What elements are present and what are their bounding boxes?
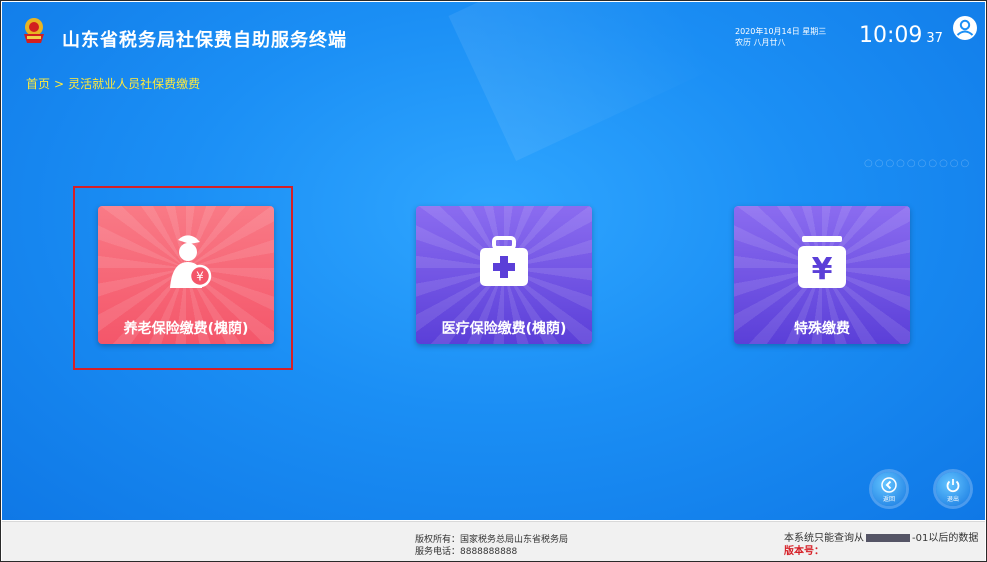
user-icon[interactable] xyxy=(952,15,978,41)
breadcrumb-current: 灵活就业人员社保费缴费 xyxy=(68,77,201,91)
tile-medical-payment[interactable]: 医疗保险缴费(槐荫) xyxy=(416,206,592,344)
tile-label: 养老保险缴费(槐荫) xyxy=(123,321,249,337)
version-label: 版本号： xyxy=(784,546,824,557)
footer-notice: 本系统只能查询从 -01以后的数据 版本号： xyxy=(784,532,978,558)
decorative-dots: ○○○○○○○○○○ xyxy=(864,158,972,169)
service-phone: 服务电话：8888888888 xyxy=(415,547,518,557)
elder-person-yuan-icon: ¥ xyxy=(170,235,212,288)
date-display: 2020年10月14日 星期三 农历 八月廿八 xyxy=(735,26,826,48)
back-button[interactable]: 返回 xyxy=(872,472,906,506)
window: 山东省税务局社保费自助服务终端 2020年10月14日 星期三 农历 八月廿八 … xyxy=(0,0,987,562)
tile-label: 医疗保险缴费(槐荫) xyxy=(441,321,567,337)
svg-text:¥: ¥ xyxy=(196,270,204,284)
tile-special-payment[interactable]: ¥ 特殊缴费 xyxy=(734,206,910,344)
chevron-left-icon xyxy=(881,477,897,493)
tax-emblem-icon xyxy=(24,18,44,43)
breadcrumb-separator: > xyxy=(54,77,65,91)
clock-hours-minutes: 10:09 xyxy=(859,23,923,48)
power-icon xyxy=(946,479,960,493)
svg-text:¥: ¥ xyxy=(812,252,833,287)
notice-prefix: 本系统只能查询从 xyxy=(784,533,864,544)
breadcrumb: 首页 > 灵活就业人员社保费缴费 xyxy=(26,75,204,92)
query-notice: 本系统只能查询从 -01以后的数据 xyxy=(784,532,978,545)
yuan-box-icon: ¥ xyxy=(798,236,846,288)
footer: 版权所有：国家税务总局山东省税务局 服务电话：8888888888 本系统只能查… xyxy=(2,521,985,561)
tile-pension-payment[interactable]: ¥ 养老保险缴费(槐荫) xyxy=(98,206,274,344)
date-line: 2020年10月14日 星期三 xyxy=(735,27,827,36)
clock: 10:09 37 xyxy=(859,23,943,48)
exit-button[interactable]: 退出 xyxy=(936,472,970,506)
main-screen: 山东省税务局社保费自助服务终端 2020年10月14日 星期三 农历 八月廿八 … xyxy=(2,2,985,520)
medical-kit-icon xyxy=(480,236,528,286)
exit-label: 退出 xyxy=(946,496,959,503)
back-label: 返回 xyxy=(882,496,895,503)
redacted-date xyxy=(866,534,910,542)
lunar-date: 农历 八月廿八 xyxy=(735,38,786,47)
app-title: 山东省税务局社保费自助服务终端 xyxy=(62,30,347,51)
header: 山东省税务局社保费自助服务终端 2020年10月14日 星期三 农历 八月廿八 … xyxy=(2,2,985,72)
footer-info: 版权所有：国家税务总局山东省税务局 服务电话：8888888888 xyxy=(415,534,568,558)
copyright-text: 版权所有：国家税务总局山东省税务局 xyxy=(415,535,569,545)
tile-label: 特殊缴费 xyxy=(794,321,850,337)
notice-suffix: -01以后的数据 xyxy=(912,533,979,544)
breadcrumb-home[interactable]: 首页 xyxy=(26,77,50,91)
clock-seconds: 37 xyxy=(926,31,943,46)
